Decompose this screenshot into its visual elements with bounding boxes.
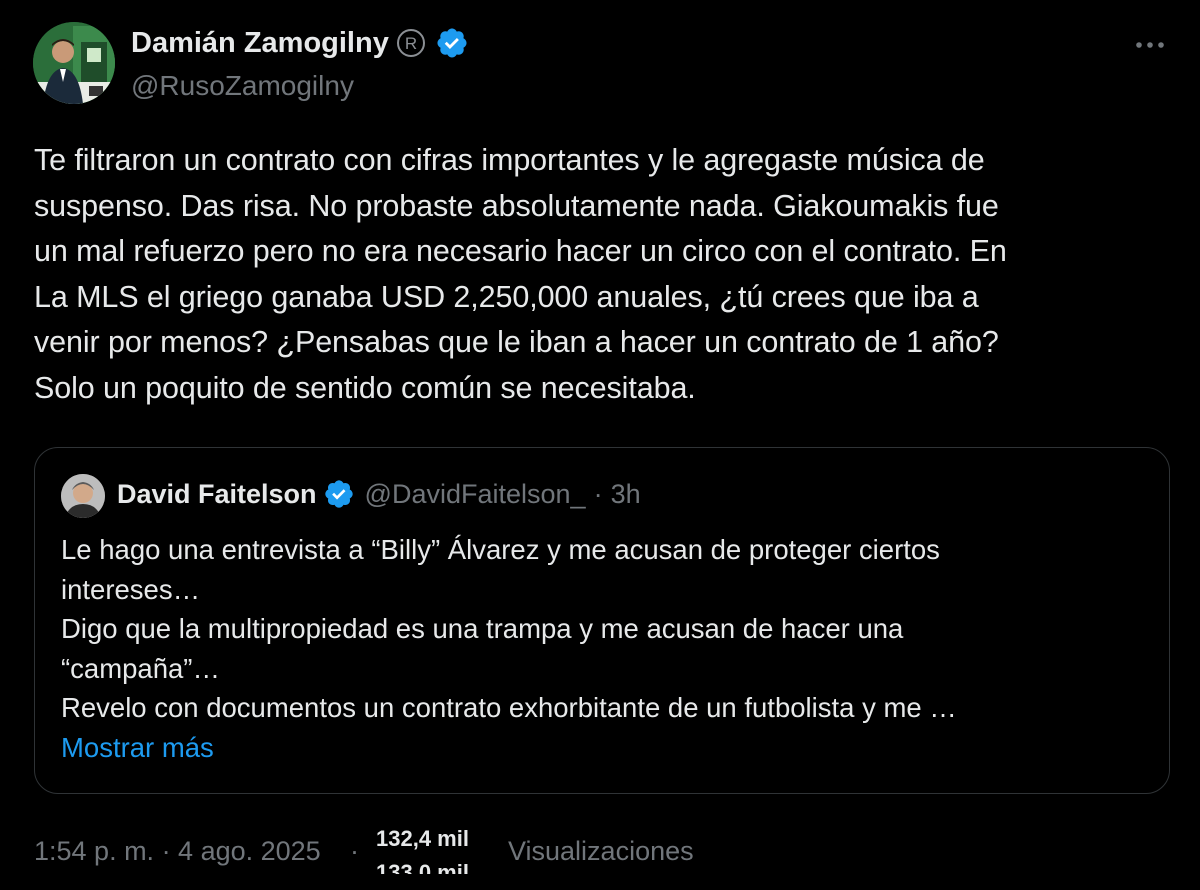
views-label: Visualizaciones — [508, 836, 694, 866]
quoted-author-avatar[interactable] — [61, 474, 105, 518]
quoted-time[interactable]: 3h — [611, 479, 641, 510]
registered-icon: R — [395, 27, 427, 59]
quoted-header: David Faitelson @DavidFaitelson_ · 3h — [117, 478, 641, 510]
quoted-text-line: Digo que la multipropiedad es una trampa… — [61, 613, 904, 644]
avatar-image — [61, 474, 105, 518]
author-avatar[interactable] — [33, 22, 115, 104]
quoted-text-line: intereses… — [61, 573, 201, 605]
quoted-handle[interactable]: @DavidFaitelson_ — [365, 479, 586, 510]
tweet-text: Te filtraron un contrato con cifras impo… — [34, 143, 1007, 405]
quoted-display-name[interactable]: David Faitelson — [117, 479, 317, 510]
tweet: Damián Zamogilny R @RusoZamogilny Te fil… — [0, 0, 1200, 890]
more-icon — [1136, 42, 1164, 48]
quoted-text-line: Le hago una entrevista a “Billy” Álvarez… — [61, 534, 940, 565]
views-count-next: 133,0 mil — [376, 860, 469, 874]
author-handle[interactable]: @RusoZamogilny — [131, 70, 354, 102]
quoted-separator: · — [593, 478, 603, 509]
author-display-name[interactable]: Damián Zamogilny — [131, 27, 389, 60]
quoted-text: Le hago una entrevista a “Billy” Álvarez… — [61, 530, 1151, 767]
svg-text:R: R — [405, 34, 417, 53]
avatar-image — [33, 22, 115, 104]
verified-badge-icon[interactable] — [435, 26, 469, 60]
quoted-text-line: Revelo con documentos un contrato exhorb… — [61, 692, 957, 723]
verified-badge-icon[interactable] — [323, 478, 355, 510]
tweet-timestamp[interactable]: 1:54 p. m. · 4 ago. 2025 — [34, 836, 321, 867]
quoted-text-line: “campaña”… — [61, 652, 220, 684]
more-options-button[interactable] — [1130, 30, 1170, 60]
quoted-tweet-card[interactable]: David Faitelson @DavidFaitelson_ · 3h Le… — [34, 447, 1170, 794]
meta-separator: · — [350, 836, 359, 866]
show-more-link[interactable]: Mostrar más — [61, 728, 1151, 768]
author-name-row: Damián Zamogilny R — [131, 26, 469, 60]
views-count: 132,4 mil — [376, 826, 469, 851]
